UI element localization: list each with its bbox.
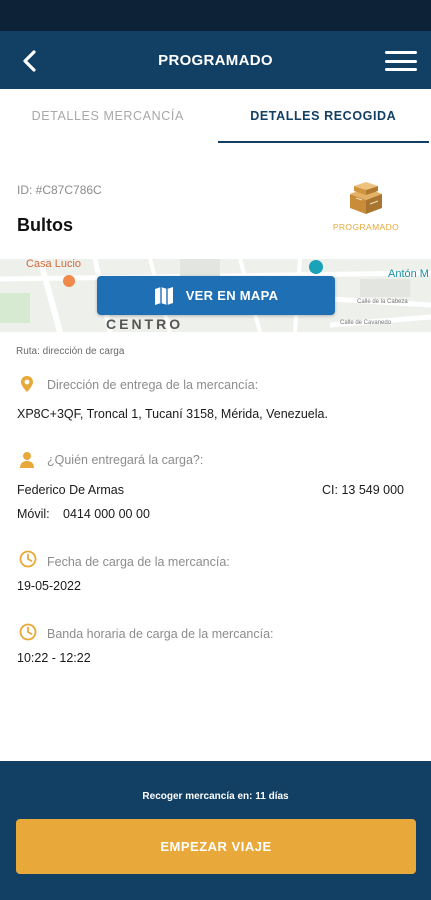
tab-pickup-details[interactable]: DETALLES RECOGIDA: [216, 89, 431, 143]
chevron-left-icon: [23, 50, 36, 72]
map-district-label: CENTRO: [106, 316, 184, 332]
map-place-label-2: Antón M: [388, 268, 429, 280]
time-window-value: 10:22 - 12:22: [17, 651, 91, 665]
cargo-title: Bultos: [17, 215, 73, 235]
delivery-address-label: Dirección de entrega de la mercancía:: [47, 378, 259, 392]
package-boxes-icon: [350, 182, 382, 214]
load-date-value: 19-05-2022: [17, 579, 81, 593]
time-window-label: Banda horaria de carga de la mercancía:: [47, 627, 274, 641]
status-badge: PROGRAMADO: [326, 180, 406, 232]
sender-label: ¿Quién entregará la carga?:: [47, 453, 204, 467]
load-date-label: Fecha de carga de la mercancía:: [47, 555, 230, 569]
person-icon: [20, 452, 34, 468]
route-label: Ruta: dirección de carga: [16, 346, 125, 357]
start-trip-button[interactable]: EMPEZAR VIAJE: [16, 819, 416, 874]
sender-name: Federico De Armas: [17, 483, 124, 497]
sender-mobile-label: Móvil:: [17, 507, 50, 521]
clock-icon: [19, 623, 37, 641]
sender-ci: CI: 13 549 000: [322, 483, 405, 497]
sender-mobile: 0414 000 00 00: [63, 507, 150, 521]
delivery-address-value: XP8C+3QF, Troncal 1, Tucaní 3158, Mérida…: [17, 407, 328, 421]
map-street-label-2: Calle de Cavanedo: [340, 320, 392, 326]
tab-merchandise-details[interactable]: DETALLES MERCANCÍA: [0, 89, 216, 143]
page-title: PROGRAMADO: [158, 51, 273, 69]
hamburger-menu-icon[interactable]: [385, 48, 417, 74]
pickup-countdown: Recoger mercancía en: 11 días: [142, 791, 289, 802]
back-button[interactable]: [16, 47, 44, 75]
map-street-label: Calle de la Cabeza: [357, 299, 408, 305]
location-pin-icon: [21, 376, 33, 392]
map-icon: [154, 286, 173, 305]
map-place-label: Casa Lucio: [26, 259, 82, 270]
app-header: PROGRAMADO: [0, 31, 431, 89]
status-bar: [0, 0, 431, 31]
view-map-button[interactable]: VER EN MAPA: [97, 276, 335, 315]
status-text: PROGRAMADO: [332, 222, 400, 232]
bottom-action-panel: Recoger mercancía en: 11 días EMPEZAR VI…: [0, 761, 431, 900]
shipment-id: ID: #C87C786C: [17, 183, 102, 197]
view-map-label: VER EN MAPA: [185, 288, 279, 303]
clock-icon: [19, 550, 37, 568]
tab-bar: DETALLES MERCANCÍA DETALLES RECOGIDA: [0, 89, 431, 143]
